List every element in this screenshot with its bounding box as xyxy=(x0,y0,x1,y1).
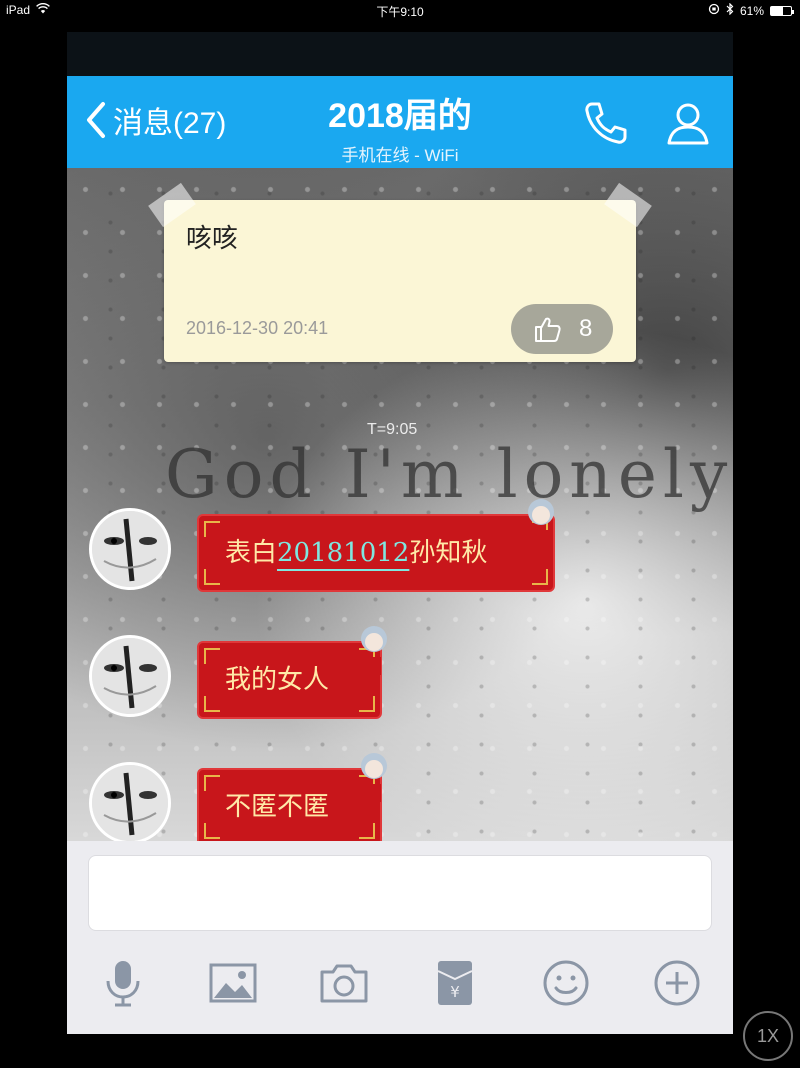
chat-area[interactable]: God I'm lonely T=9:05 咳咳 2016-12-30 20:4… xyxy=(67,168,733,841)
message-row: 表白20181012孙知秋 xyxy=(67,499,733,598)
battery-icon xyxy=(770,5,794,16)
background-overlay-text: God I'm lonely xyxy=(165,436,733,513)
avatar-image xyxy=(92,638,168,714)
input-panel: ¥ xyxy=(67,841,733,1034)
microphone-icon xyxy=(106,961,140,1007)
profile-button[interactable] xyxy=(663,98,713,148)
battery-percent: 61% xyxy=(739,3,764,18)
back-label: 消息(27) xyxy=(113,107,227,140)
emoji-icon xyxy=(543,960,589,1006)
background-time-mark: T=9:05 xyxy=(367,421,418,438)
corner-ornament xyxy=(359,823,375,839)
red-packet-icon: ¥ xyxy=(437,961,473,1005)
avatar[interactable] xyxy=(89,635,171,717)
emoji-button[interactable] xyxy=(540,957,592,1009)
status-time: 下午9:10 xyxy=(376,5,424,19)
corner-ornament xyxy=(204,823,220,839)
message-text-suffix: 孙知秋 xyxy=(409,538,488,568)
rotation-lock-icon xyxy=(708,3,720,18)
avatar-image xyxy=(92,511,168,587)
chibi-sticker-icon xyxy=(361,753,387,802)
note-date: 2016-12-30 20:41 xyxy=(186,318,329,338)
chevron-left-icon xyxy=(87,102,105,138)
corner-ornament xyxy=(204,521,220,537)
nav-bar: 消息(27) 2018届的 手机在线 - WiFi xyxy=(67,76,733,168)
thumbs-up-icon xyxy=(534,317,561,342)
svg-text:¥: ¥ xyxy=(450,983,460,1001)
message-input[interactable] xyxy=(88,855,712,931)
avatar-image xyxy=(92,765,168,841)
like-button[interactable]: 8 xyxy=(511,304,613,354)
phone-call-button[interactable] xyxy=(580,98,630,148)
person-icon xyxy=(667,103,709,145)
corner-ornament xyxy=(204,648,220,664)
corner-ornament xyxy=(532,569,548,585)
more-button[interactable] xyxy=(651,957,703,1009)
corner-ornament xyxy=(359,696,375,712)
note-text: 咳咳 xyxy=(186,223,239,253)
message-text: 表白20181012孙知秋 xyxy=(225,516,487,590)
image-icon xyxy=(209,963,257,1003)
avatar[interactable] xyxy=(89,762,171,841)
corner-ornament xyxy=(204,569,220,585)
chat-subtitle: 手机在线 - WiFi xyxy=(341,146,459,165)
message-text: 我的女人 xyxy=(225,665,330,695)
red-packet-button[interactable]: ¥ xyxy=(429,957,481,1009)
bluetooth-icon xyxy=(726,2,734,18)
back-button[interactable]: 消息(27) xyxy=(81,98,226,142)
zoom-button[interactable]: 1X xyxy=(743,1011,793,1061)
voice-button[interactable] xyxy=(97,957,149,1009)
photo-button[interactable] xyxy=(207,957,259,1009)
message-row: 我的女人 xyxy=(67,626,733,725)
message-bubble[interactable]: 我的女人 xyxy=(197,626,387,719)
chat-app: 消息(27) 2018届的 手机在线 - WiFi God I'm lonely… xyxy=(67,32,733,1034)
pinned-note-card[interactable]: 咳咳 2016-12-30 20:41 8 xyxy=(148,182,652,362)
avatar[interactable] xyxy=(89,508,171,590)
phone-icon xyxy=(585,102,627,144)
chibi-sticker-icon xyxy=(528,499,554,548)
message-bubble[interactable]: 表白20181012孙知秋 xyxy=(197,499,555,592)
message-bubble[interactable]: 不匿不匿 xyxy=(197,753,387,841)
message-highlight-date: 20181012 xyxy=(277,538,410,568)
chibi-sticker-icon xyxy=(361,626,387,675)
message-text: 不匿不匿 xyxy=(225,792,330,822)
camera-icon xyxy=(320,964,368,1003)
status-bar: iPad 下午9:10 61% xyxy=(0,0,800,22)
like-count: 8 xyxy=(578,315,593,342)
camera-button[interactable] xyxy=(318,957,370,1009)
app-top-strip xyxy=(67,32,733,76)
corner-ornament xyxy=(204,696,220,712)
message-text-prefix: 表白 xyxy=(225,538,278,568)
message-row: 不匿不匿 xyxy=(67,753,733,841)
input-toolbar: ¥ xyxy=(67,949,733,1019)
plus-icon xyxy=(654,960,700,1006)
corner-ornament xyxy=(204,775,220,791)
